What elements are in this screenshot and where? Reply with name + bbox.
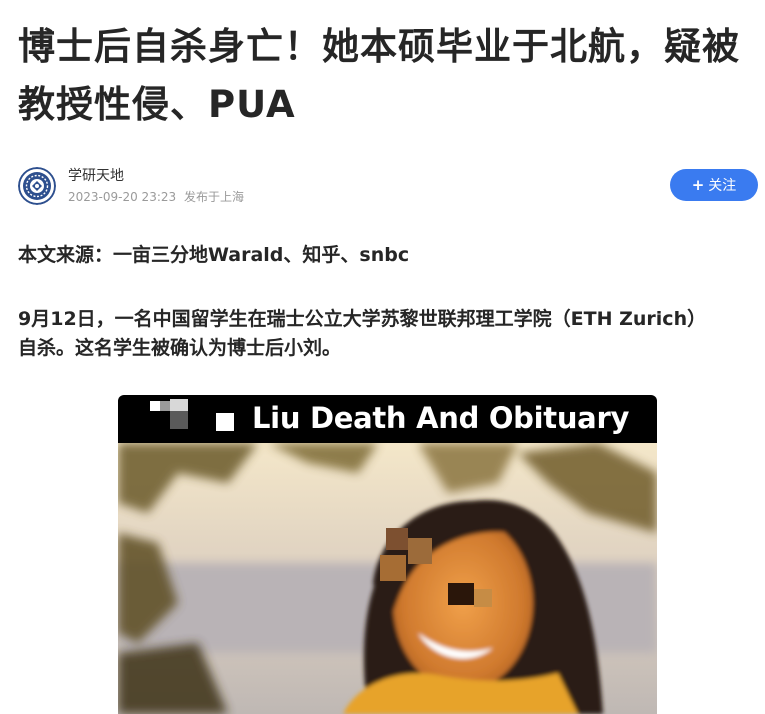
- article-image[interactable]: Liu Death And Obituary: [118, 395, 657, 714]
- follow-label: 关注: [708, 178, 737, 194]
- post-date: 2023-09-20 23:23: [68, 190, 177, 204]
- author-row: 学研天地 2023-09-20 23:23 发布于上海 + 关注: [18, 164, 758, 208]
- image-banner: Liu Death And Obituary: [118, 395, 657, 443]
- author-name[interactable]: 学研天地: [68, 166, 124, 186]
- blurred-portrait-photo: [118, 443, 657, 714]
- institution-seal-icon[interactable]: [18, 167, 56, 205]
- follow-button[interactable]: + 关注: [670, 169, 758, 201]
- article-title: 博士后自杀身亡！她本硕毕业于北航，疑被教授性侵、PUA: [18, 25, 740, 126]
- image-caption: Liu Death And Obituary: [252, 401, 630, 435]
- post-location: 发布于上海: [183, 190, 244, 204]
- post-meta: 2023-09-20 23:23 发布于上海: [68, 189, 248, 205]
- logo-blocks-icon: [150, 399, 234, 431]
- article-paragraph: 9月12日，一名中国留学生在瑞士公立大学苏黎世联邦理工学院（ETH Zurich…: [18, 308, 707, 359]
- plus-icon: +: [691, 176, 705, 194]
- source-line: 本文来源：一亩三分地Warald、知乎、snbc: [18, 244, 410, 266]
